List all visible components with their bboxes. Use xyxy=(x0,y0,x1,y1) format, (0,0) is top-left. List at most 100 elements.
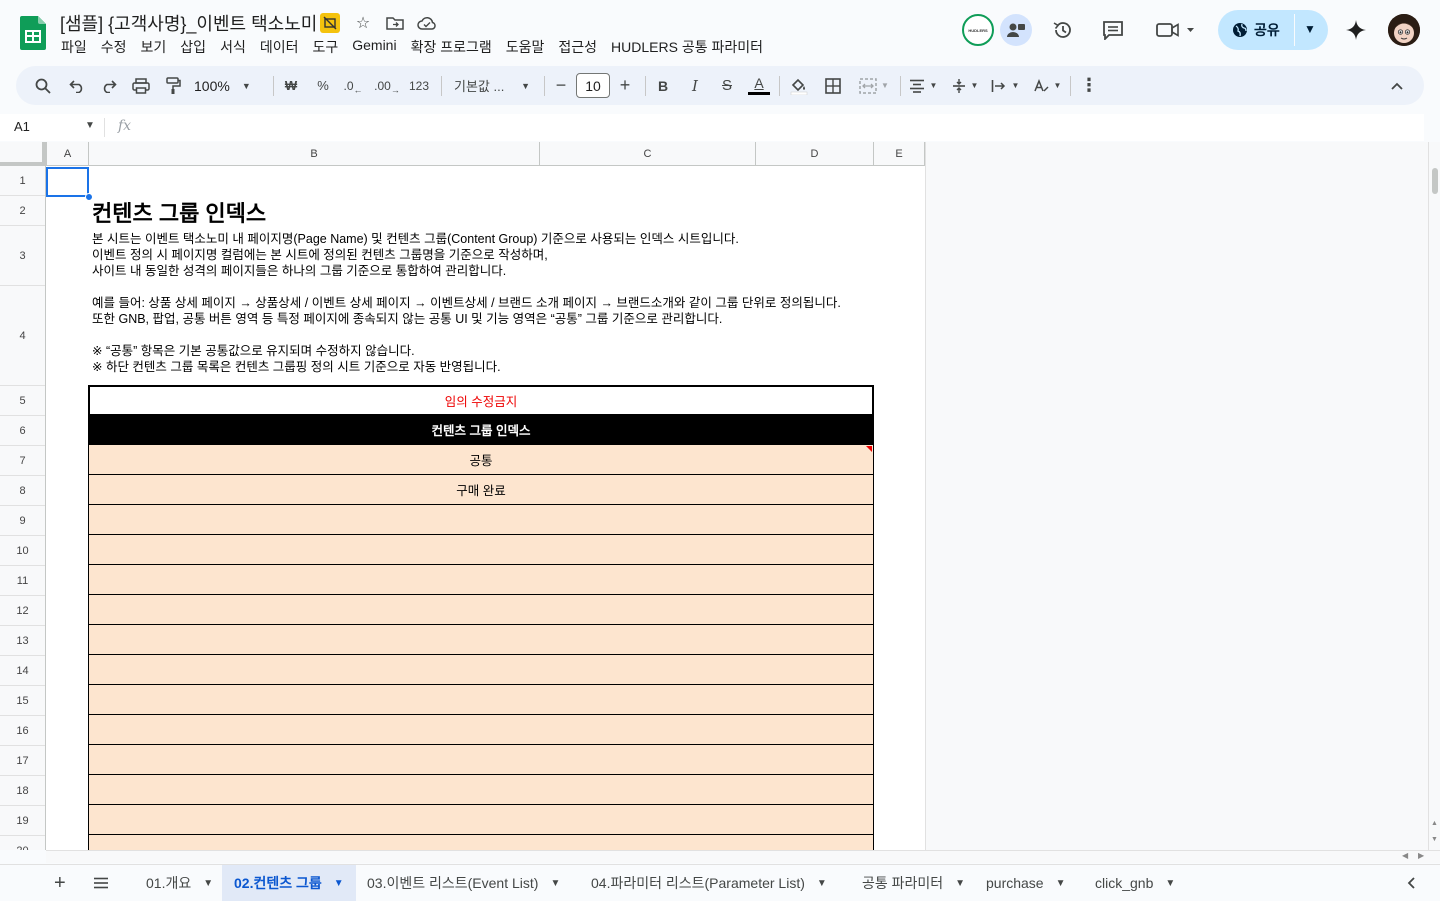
text-rotation-icon[interactable]: ▼ xyxy=(1030,66,1064,105)
menu-hudlers-params[interactable]: HUDLERS 공통 파라미터 xyxy=(611,37,763,57)
chevron-left-icon[interactable] xyxy=(1406,865,1416,901)
increase-font-size-button[interactable]: + xyxy=(613,66,637,105)
merge-cells-icon[interactable]: ▼ xyxy=(854,66,894,105)
search-menus-icon[interactable] xyxy=(30,66,56,105)
sheet-tab-overview[interactable]: 01.개요 ▼ xyxy=(146,865,213,901)
menu-format[interactable]: 서식 xyxy=(220,37,246,57)
spreadsheet-grid[interactable]: A B C D E 1 2 3 4 5 6 7 8 9 10 11 12 13 … xyxy=(0,142,1428,850)
row-header[interactable]: 7 xyxy=(0,446,45,476)
table-row[interactable] xyxy=(88,505,874,535)
percent-format-button[interactable]: % xyxy=(310,66,336,105)
meet-video-icon[interactable] xyxy=(1150,14,1200,46)
menu-view[interactable]: 보기 xyxy=(141,37,167,57)
bold-button[interactable]: B xyxy=(650,66,676,105)
table-row[interactable] xyxy=(88,535,874,565)
fill-color-icon[interactable] xyxy=(786,66,812,105)
vertical-scroll-thumb[interactable] xyxy=(1432,168,1438,194)
print-icon[interactable] xyxy=(128,66,154,105)
cloud-status-icon[interactable] xyxy=(416,12,438,34)
table-row[interactable]: 공통 xyxy=(88,445,874,475)
redo-icon[interactable] xyxy=(96,66,122,105)
text-color-button[interactable]: A xyxy=(746,66,772,105)
share-dropdown-icon[interactable]: ▼ xyxy=(1304,22,1316,36)
row-header[interactable]: 9 xyxy=(0,506,45,536)
table-row[interactable] xyxy=(88,745,874,775)
more-options-icon[interactable]: ⋮ xyxy=(1076,66,1102,105)
no-sync-icon[interactable] xyxy=(320,13,340,33)
increase-decimal-button[interactable]: .00 → xyxy=(374,66,400,105)
menu-gemini[interactable]: Gemini xyxy=(352,37,396,57)
collapse-menus-icon[interactable] xyxy=(1384,66,1410,105)
column-header-d[interactable]: D xyxy=(756,142,874,166)
scroll-left-icon[interactable]: ◀ xyxy=(1402,851,1408,860)
row-header[interactable]: 17 xyxy=(0,746,45,776)
menu-insert[interactable]: 삽입 xyxy=(180,37,206,57)
row-header[interactable]: 5 xyxy=(0,386,45,416)
vertical-align-icon[interactable]: ▼ xyxy=(948,66,982,105)
more-formats-button[interactable]: 123 xyxy=(406,66,432,105)
horizontal-align-icon[interactable]: ▼ xyxy=(906,66,940,105)
sheets-logo-icon[interactable] xyxy=(20,16,46,50)
chevron-down-icon[interactable]: ▼ xyxy=(1056,878,1066,889)
menu-extensions[interactable]: 확장 프로그램 xyxy=(411,37,492,57)
horizontal-scrollbar[interactable]: ◀ ▶ xyxy=(46,850,1440,863)
column-header-c[interactable]: C xyxy=(540,142,756,166)
selected-cell-a1[interactable] xyxy=(46,167,89,197)
font-family-select[interactable]: 기본값 ... ▼ xyxy=(450,66,532,105)
row-header[interactable]: 10 xyxy=(0,536,45,566)
chevron-down-icon[interactable]: ▼ xyxy=(550,878,560,889)
sheet-tab-parameter-list[interactable]: 04.파라미터 리스트(Parameter List) ▼ xyxy=(591,865,827,901)
table-header[interactable]: 컨텐츠 그룹 인덱스 xyxy=(88,415,874,445)
table-row[interactable] xyxy=(88,775,874,805)
column-header-a[interactable]: A xyxy=(46,142,89,166)
decrease-font-size-button[interactable]: − xyxy=(549,66,573,105)
row-header[interactable]: 3 xyxy=(0,226,45,286)
text-wrapping-icon[interactable]: ▼ xyxy=(988,66,1022,105)
anonymous-viewers-icon[interactable] xyxy=(1000,14,1032,46)
row-header[interactable]: 14 xyxy=(0,656,45,686)
name-box-dropdown-icon[interactable]: ▼ xyxy=(85,120,95,131)
collaborator-avatar[interactable]: HUDLERS xyxy=(962,14,994,46)
formula-input[interactable] xyxy=(146,119,1406,137)
decrease-decimal-button[interactable]: .0 ← xyxy=(342,66,364,105)
document-title[interactable]: [샘플] {고객사명}_이벤트 택소노미 xyxy=(60,10,317,36)
italic-button[interactable]: I xyxy=(682,66,708,105)
gemini-icon[interactable] xyxy=(1340,14,1372,46)
account-avatar[interactable] xyxy=(1388,14,1420,46)
name-box[interactable]: A1 xyxy=(14,119,30,134)
chevron-down-icon[interactable]: ▼ xyxy=(817,878,827,889)
row-header[interactable]: 18 xyxy=(0,776,45,806)
vertical-scrollbar[interactable]: ▲ ▼ xyxy=(1428,142,1440,850)
undo-icon[interactable] xyxy=(64,66,90,105)
column-header-b[interactable]: B xyxy=(89,142,540,166)
table-row[interactable] xyxy=(88,565,874,595)
table-row[interactable] xyxy=(88,595,874,625)
strikethrough-button[interactable]: S xyxy=(714,66,740,105)
comment-indicator-icon[interactable] xyxy=(866,446,872,452)
row-header[interactable]: 20 xyxy=(0,836,45,851)
font-size-input[interactable]: 10 xyxy=(576,73,610,98)
table-row[interactable] xyxy=(88,805,874,835)
scroll-right-icon[interactable]: ▶ xyxy=(1418,851,1424,860)
sheet-tab-common-params[interactable]: 공통 파라미터 ▼ xyxy=(862,865,965,901)
sheet-tab-purchase[interactable]: purchase ▼ xyxy=(986,865,1066,901)
chevron-down-icon[interactable]: ▼ xyxy=(1165,878,1175,889)
row-header[interactable]: 4 xyxy=(0,286,45,386)
borders-icon[interactable] xyxy=(820,66,846,105)
menu-edit[interactable]: 수정 xyxy=(101,37,127,57)
table-row[interactable] xyxy=(88,685,874,715)
zoom-select[interactable]: 100% ▼ xyxy=(194,66,262,105)
chevron-down-icon[interactable]: ▼ xyxy=(955,878,965,889)
row-header[interactable]: 11 xyxy=(0,566,45,596)
all-sheets-icon[interactable] xyxy=(93,865,109,901)
version-history-icon[interactable] xyxy=(1047,14,1079,46)
select-all-corner[interactable] xyxy=(0,142,46,166)
row-header[interactable]: 15 xyxy=(0,686,45,716)
row-header[interactable]: 6 xyxy=(0,416,45,446)
star-icon[interactable]: ☆ xyxy=(352,12,374,34)
sheet-tab-event-list[interactable]: 03.이벤트 리스트(Event List) ▼ xyxy=(367,865,560,901)
sheet-tab-click-gnb[interactable]: click_gnb ▼ xyxy=(1095,865,1175,901)
move-folder-icon[interactable] xyxy=(384,12,406,34)
menu-tools[interactable]: 도구 xyxy=(312,37,338,57)
chevron-down-icon[interactable]: ▼ xyxy=(334,878,344,889)
